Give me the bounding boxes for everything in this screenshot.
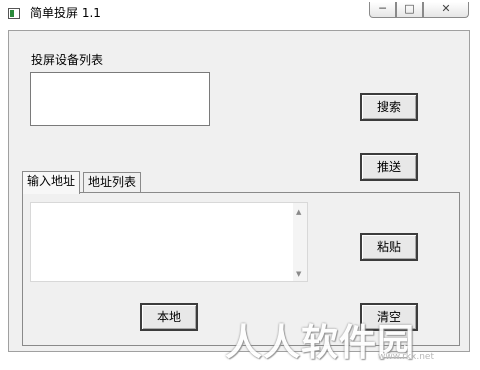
tab-input-address[interactable]: 输入地址 [22, 171, 81, 194]
close-button[interactable]: ✕ [423, 2, 469, 18]
scroll-up-arrow-icon[interactable]: ▲ [296, 208, 301, 216]
local-button[interactable]: 本地 [140, 303, 198, 331]
push-button[interactable]: 推送 [360, 153, 418, 181]
tab-address-list[interactable]: 地址列表 [83, 172, 142, 193]
title-bar: 简单投屏 1.1 ─ □ ✕ [0, 0, 480, 26]
paste-button[interactable]: 粘贴 [360, 233, 418, 261]
device-list-label: 投屏设备列表 [31, 53, 104, 67]
device-listbox[interactable] [30, 72, 210, 126]
address-textarea[interactable]: ▲ ▼ [30, 202, 308, 282]
maximize-button[interactable]: □ [396, 2, 423, 18]
clear-button[interactable]: 清空 [360, 303, 418, 331]
search-button[interactable]: 搜索 [360, 93, 418, 121]
vertical-scrollbar[interactable]: ▲ ▼ [293, 203, 307, 281]
watermark-url: www.rkx.net [378, 352, 434, 362]
app-icon [8, 8, 20, 19]
window-title: 简单投屏 1.1 [30, 6, 101, 20]
scroll-down-arrow-icon[interactable]: ▼ [296, 270, 301, 278]
minimize-button[interactable]: ─ [369, 2, 396, 18]
